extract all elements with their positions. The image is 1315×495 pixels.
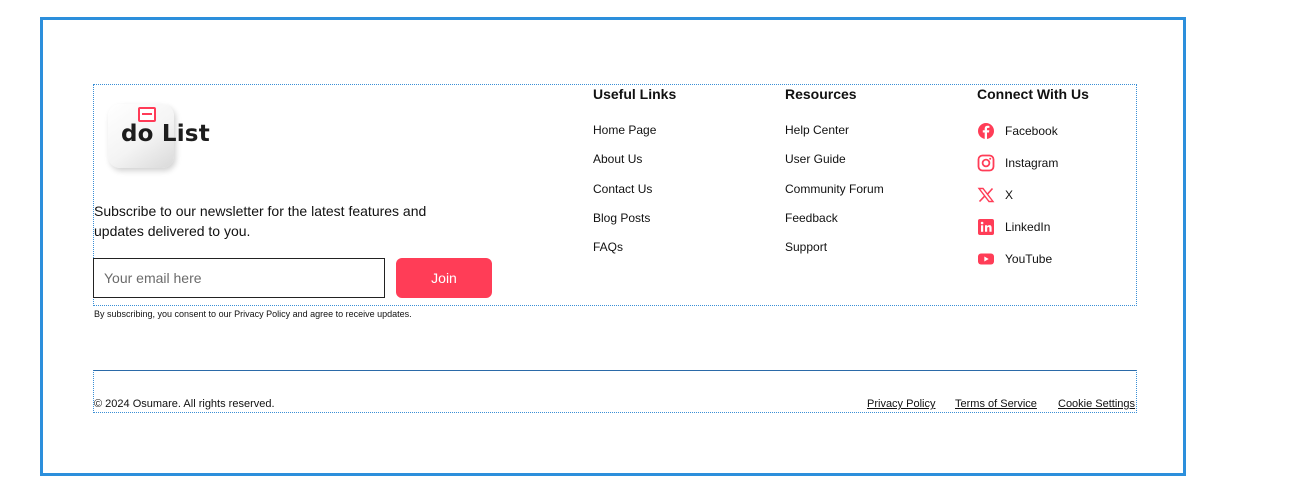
- social-label: LinkedIn: [1005, 220, 1051, 234]
- link-blog-posts[interactable]: Blog Posts: [593, 211, 656, 240]
- join-button[interactable]: Join: [396, 258, 492, 298]
- cookie-settings-link[interactable]: Cookie Settings: [1058, 398, 1135, 410]
- youtube-icon: [977, 250, 995, 268]
- useful-links-heading: Useful Links: [593, 86, 677, 102]
- linkedin-icon: [977, 218, 995, 236]
- facebook-icon: [977, 122, 995, 140]
- resources-list: Help Center User Guide Community Forum F…: [785, 123, 884, 269]
- consent-text: By subscribing, you consent to our Priva…: [94, 309, 412, 319]
- link-about-us[interactable]: About Us: [593, 152, 656, 181]
- email-input[interactable]: [93, 258, 385, 298]
- social-label: Facebook: [1005, 124, 1058, 138]
- link-contact-us[interactable]: Contact Us: [593, 182, 656, 211]
- link-help-center[interactable]: Help Center: [785, 123, 884, 152]
- social-links-list: Facebook Instagram X LinkedIn YouTube: [977, 122, 1058, 282]
- social-linkedin[interactable]: LinkedIn: [977, 218, 1058, 250]
- social-x[interactable]: X: [977, 186, 1058, 218]
- newsletter-description: Subscribe to our newsletter for the late…: [94, 203, 427, 239]
- social-facebook[interactable]: Facebook: [977, 122, 1058, 154]
- link-home-page[interactable]: Home Page: [593, 123, 656, 152]
- x-icon: [977, 186, 995, 204]
- connect-heading: Connect With Us: [977, 86, 1089, 102]
- link-faqs[interactable]: FAQs: [593, 240, 656, 269]
- link-support[interactable]: Support: [785, 240, 884, 269]
- resources-heading: Resources: [785, 86, 857, 102]
- social-label: Instagram: [1005, 156, 1059, 170]
- social-youtube[interactable]: YouTube: [977, 250, 1058, 282]
- privacy-policy-link[interactable]: Privacy Policy: [867, 398, 935, 410]
- terms-of-service-link[interactable]: Terms of Service: [955, 398, 1037, 410]
- link-user-guide[interactable]: User Guide: [785, 152, 884, 181]
- note-icon: [138, 107, 156, 122]
- logo-text: do List: [121, 121, 210, 147]
- social-label: X: [1005, 188, 1014, 202]
- link-community-forum[interactable]: Community Forum: [785, 182, 884, 211]
- copyright-text: © 2024 Osumare. All rights reserved.: [94, 398, 275, 410]
- useful-links-list: Home Page About Us Contact Us Blog Posts…: [593, 123, 656, 269]
- social-instagram[interactable]: Instagram: [977, 154, 1058, 186]
- instagram-icon: [977, 154, 995, 172]
- social-label: YouTube: [1005, 252, 1053, 266]
- link-feedback[interactable]: Feedback: [785, 211, 884, 240]
